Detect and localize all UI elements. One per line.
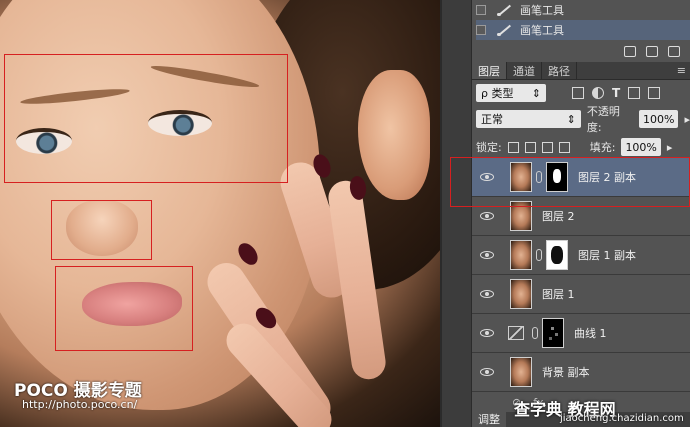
layer-row[interactable]: 图层 1 副本 <box>472 236 690 275</box>
smart-object-filter-icon[interactable] <box>648 87 661 99</box>
blend-row: 正常 ⇕ 不透明度: 100% ▸ <box>476 105 690 134</box>
trash-icon[interactable] <box>668 45 680 57</box>
panel-menu-icon[interactable]: ≡ <box>677 62 690 79</box>
image-canvas[interactable]: POCO 摄影专题 http://photo.poco.cn/ <box>0 0 440 427</box>
panel-tabs: 图层 通道 路径 ≡ <box>472 62 690 80</box>
tab-adjustments[interactable]: 调整 <box>472 412 506 427</box>
tab-layers[interactable]: 图层 <box>472 62 507 79</box>
annotation-box-nose <box>51 200 152 260</box>
curves-adjustment-icon <box>508 326 524 340</box>
history-toolbar <box>472 42 690 60</box>
layer-thumbnail <box>510 279 532 309</box>
annotation-box-selected-layer <box>450 157 690 207</box>
layer-name: 图层 1 副本 <box>578 249 636 262</box>
tab-channels[interactable]: 通道 <box>507 62 542 79</box>
chain-link-icon[interactable] <box>536 249 542 261</box>
tab-paths[interactable]: 路径 <box>542 62 577 79</box>
lock-row: 锁定: 填充: 100% ▸ <box>476 136 690 158</box>
brush-icon <box>496 23 512 37</box>
snapshot-camera-icon[interactable] <box>646 45 658 57</box>
lock-position-icon[interactable] <box>541 141 553 153</box>
lock-image-icon[interactable] <box>524 141 536 153</box>
pixel-filter-icon[interactable] <box>572 87 584 99</box>
opacity-slider-arrow[interactable]: ▸ <box>684 113 690 126</box>
dropdown-arrow-icon: ⇕ <box>566 112 576 126</box>
layer-mask-thumbnail[interactable] <box>542 318 564 348</box>
lock-transparent-icon[interactable] <box>507 141 519 153</box>
visibility-eye-icon[interactable] <box>480 290 494 298</box>
layer-row[interactable]: 背景 副本 <box>472 353 690 392</box>
adjustment-filter-icon[interactable] <box>592 87 604 99</box>
new-document-from-state-icon[interactable] <box>624 45 636 57</box>
chain-link-icon[interactable] <box>532 327 538 339</box>
panel-gutter <box>442 0 472 427</box>
annotation-box-lips <box>55 266 193 351</box>
annotation-box-eyes <box>4 54 288 183</box>
history-label: 画笔工具 <box>520 24 564 37</box>
layer-name: 图层 2 <box>542 210 575 223</box>
layer-mask-thumbnail[interactable] <box>546 240 568 270</box>
visibility-eye-icon[interactable] <box>480 212 494 220</box>
history-label: 画笔工具 <box>520 4 564 17</box>
brush-icon <box>496 3 512 17</box>
layer-thumbnail <box>510 240 532 270</box>
history-item-selected[interactable]: 画笔工具 <box>476 20 690 40</box>
watermark-url: http://photo.poco.cn/ <box>22 398 138 411</box>
filter-kind-label: ρ 类型 <box>481 87 514 100</box>
layer-row[interactable]: 曲线 1 <box>472 314 690 353</box>
visibility-eye-icon[interactable] <box>480 251 494 259</box>
layer-thumbnail <box>510 357 532 387</box>
site-watermark-url: jiaocheng.chazidian.com <box>560 413 684 424</box>
lock-label: 锁定: <box>476 141 502 154</box>
history-checkbox[interactable] <box>476 25 486 35</box>
blend-mode-dropdown[interactable]: 正常 ⇕ <box>476 110 581 128</box>
fill-label: 填充: <box>589 141 616 154</box>
layer-filter-row: ρ 类型 ⇕ T <box>476 82 690 104</box>
filter-kind-dropdown[interactable]: ρ 类型 ⇕ <box>476 84 546 102</box>
opacity-label: 不透明度: <box>586 105 620 134</box>
layer-name: 曲线 1 <box>574 327 607 340</box>
dropdown-arrow-icon: ⇕ <box>531 86 541 100</box>
shape-filter-icon[interactable] <box>628 87 641 99</box>
type-filter-icon[interactable]: T <box>612 86 620 100</box>
lock-all-icon[interactable] <box>558 141 570 153</box>
history-item[interactable]: 画笔工具 <box>476 0 690 20</box>
visibility-eye-icon[interactable] <box>480 329 494 337</box>
layers-panel: 画笔工具 画笔工具 图层 通道 路径 ≡ ρ 类型 ⇕ T 正常 ⇕ 不透明度:… <box>440 0 690 427</box>
layer-row[interactable]: 图层 1 <box>472 275 690 314</box>
fill-slider-arrow[interactable]: ▸ <box>667 141 673 154</box>
history-checkbox[interactable] <box>476 5 486 15</box>
opacity-input[interactable]: 100% <box>639 110 679 128</box>
visibility-eye-icon[interactable] <box>480 368 494 376</box>
fill-input[interactable]: 100% <box>621 138 661 156</box>
layer-name: 图层 1 <box>542 288 575 301</box>
layer-name: 背景 副本 <box>542 366 590 379</box>
blend-mode-label: 正常 <box>481 113 503 126</box>
